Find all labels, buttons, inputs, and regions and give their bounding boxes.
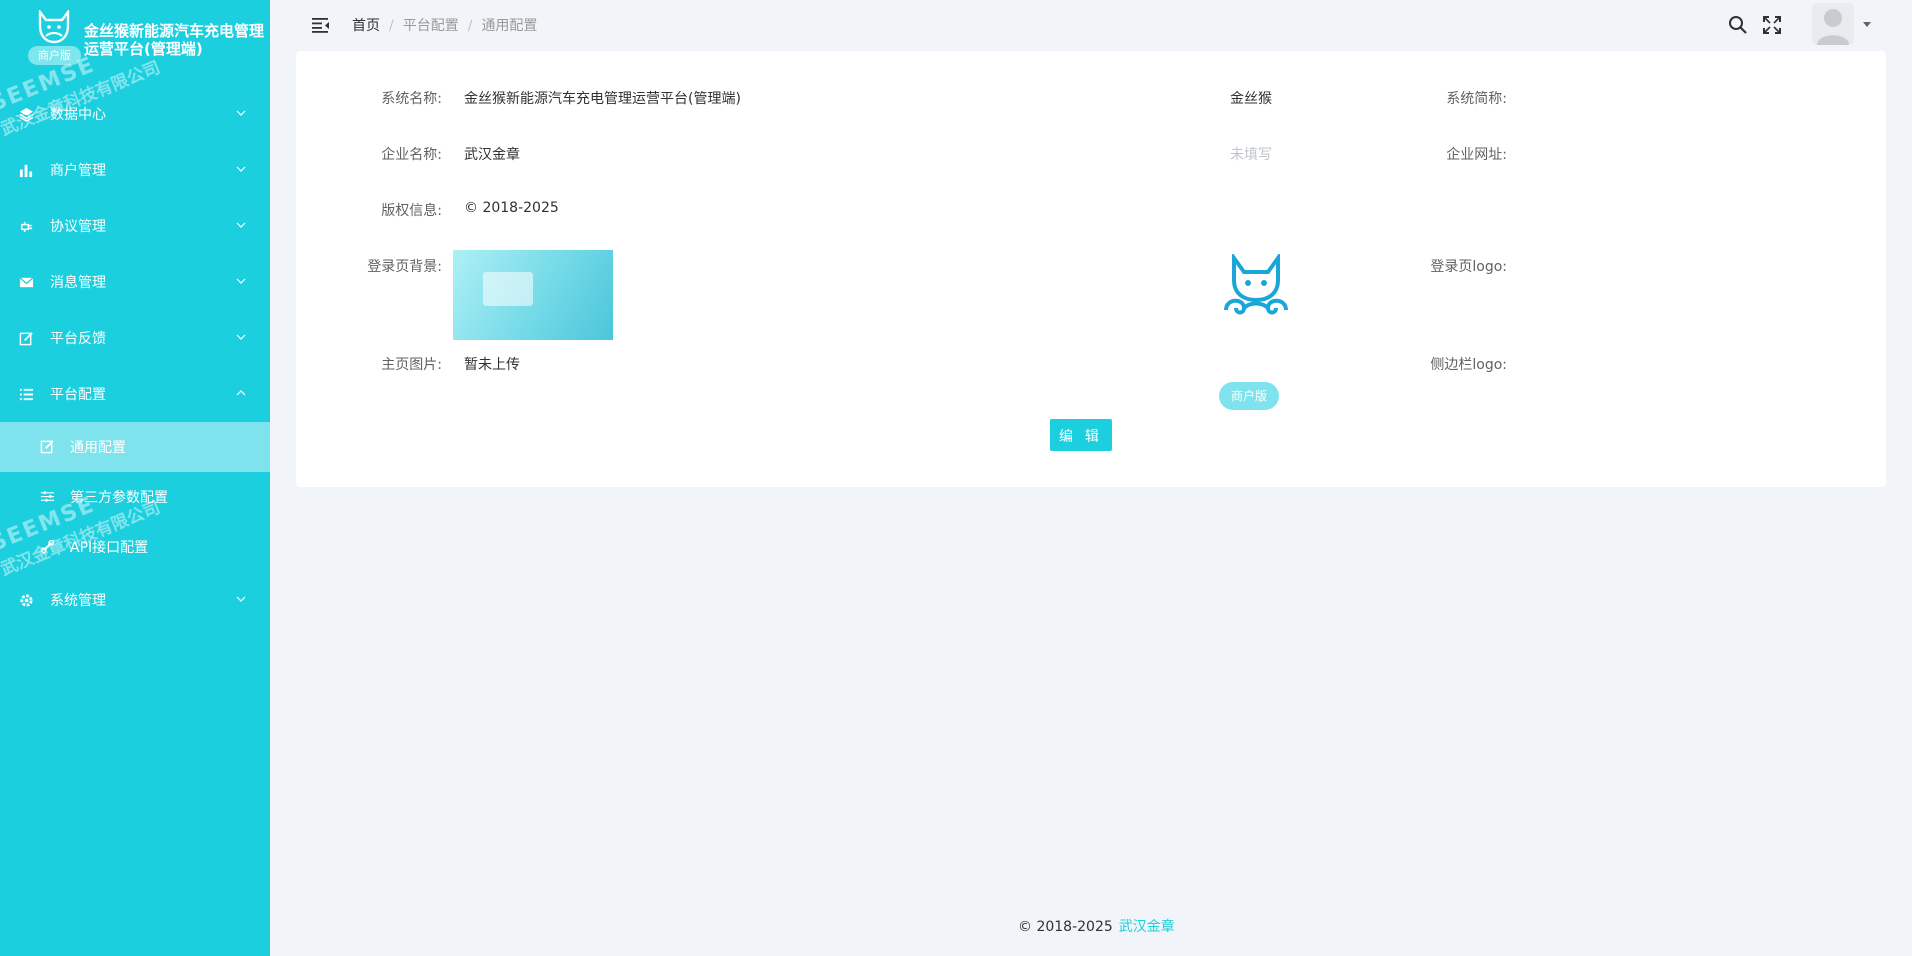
sliders-icon [40,491,55,502]
breadcrumb-separator: / [389,18,394,34]
brand: 商户版 金丝猴新能源汽车充电管理运营平台(管理端) [0,0,270,90]
breadcrumb-current: 通用配置 [481,18,538,34]
sidebar-item-data-center[interactable]: 数据中心 [0,86,270,142]
top-bar: 首页 / 平台配置 / 通用配置 [270,0,1912,50]
company-name-label: 企业名称: [381,147,442,163]
copyright-label: 版权信息: [381,203,442,219]
brand-title: 金丝猴新能源汽车充电管理运营平台(管理端) [84,22,265,58]
sidebar-logo-badge: 商户版 [1219,382,1280,410]
login-background-image [453,250,613,340]
plug-icon [21,221,33,233]
sidebar-item-label: 数据中心 [50,107,106,123]
breadcrumb-separator: / [467,18,473,34]
brand-badge: 商户版 [28,46,81,65]
sidebar-subitem-label: 第三方参数配置 [70,490,168,506]
edit-icon [19,332,33,346]
sidebar-item-message[interactable]: 消息管理 [0,254,270,310]
breadcrumb: 首页 / 平台配置 / 通用配置 [352,15,537,35]
system-short-value: 金丝猴 [1230,91,1272,107]
chevron-up-icon [236,390,246,396]
sidebar-item-label: 平台配置 [50,387,106,403]
fox-logo-icon [38,10,70,44]
footer: © 2018-2025 武汉金章 [1018,916,1175,936]
breadcrumb-home[interactable]: 首页 [352,18,380,34]
company-url-value: 未填写 [1230,147,1272,163]
bar-chart-icon [19,164,33,178]
user-avatar-icon [1817,9,1849,45]
sidebar-logo-label: 侧边栏logo: [1430,357,1507,373]
chevron-down-icon [236,110,246,116]
home-image-value: 暂未上传 [464,357,520,373]
sidebar-item-label: 协议管理 [50,219,106,235]
chevron-down-icon [236,222,246,228]
sidebar-item-label: 系统管理 [50,593,106,609]
sidebar: 商户版 金丝猴新能源汽车充电管理运营平台(管理端) 数据中心 商户管理 协议管理… [0,0,270,956]
footer-copyright: © 2018-2025 [1018,919,1113,935]
sidebar-item-protocol[interactable]: 协议管理 [0,198,270,254]
footer-company-link[interactable]: 武汉金章 [1119,919,1175,935]
config-card: 系统名称: 金丝猴新能源汽车充电管理运营平台(管理端) 系统简称: 金丝猴 企业… [296,51,1886,487]
sidebar-subitem-general-config[interactable]: 通用配置 [0,422,270,472]
caret-down-icon[interactable] [1862,21,1872,29]
sidebar-item-feedback[interactable]: 平台反馈 [0,310,270,366]
sidebar-subitem-label: API接口配置 [70,540,149,556]
sidebar-item-label: 消息管理 [50,275,106,291]
avatar[interactable] [1812,3,1854,45]
sidebar-item-label: 平台反馈 [50,331,106,347]
company-url-label: 企业网址: [1446,147,1507,163]
system-name-label: 系统名称: [381,91,442,107]
fullscreen-icon[interactable] [1762,15,1782,35]
company-name-value: 武汉金章 [464,147,520,163]
system-short-label: 系统简称: [1446,91,1507,107]
login-logo-label: 登录页logo: [1430,259,1507,275]
list-icon [19,388,34,401]
sidebar-item-system[interactable]: 系统管理 [0,572,270,628]
copyright-value: © 2018-2025 [464,200,559,216]
search-icon[interactable] [1728,15,1748,35]
sidebar-item-platform-config[interactable]: 平台配置 [0,366,270,422]
breadcrumb-item: 平台配置 [402,18,459,34]
edit-icon [40,440,54,454]
sidebar-menu: 数据中心 商户管理 协议管理 消息管理 平台反馈 平台配置 通用配置 第三方参数… [0,86,270,628]
menu-fold-icon[interactable] [312,17,330,33]
sidebar-subitem-api-config[interactable]: API接口配置 [0,522,270,572]
sidebar-item-merchant[interactable]: 商户管理 [0,142,270,198]
fox-logo-icon [1224,254,1288,315]
chevron-down-icon [236,278,246,284]
layers-icon [19,107,34,122]
api-icon [40,539,55,554]
gear-icon [20,594,33,607]
login-preview-window [483,272,533,306]
chevron-down-icon [236,596,246,602]
chevron-down-icon [236,166,246,172]
sidebar-subitem-third-party-config[interactable]: 第三方参数配置 [0,472,270,522]
system-name-value: 金丝猴新能源汽车充电管理运营平台(管理端) [464,91,741,107]
home-image-label: 主页图片: [381,357,442,373]
mail-icon [19,277,34,288]
sidebar-subitem-label: 通用配置 [70,440,126,456]
edit-button[interactable]: 编 辑 [1050,419,1112,451]
login-bg-label: 登录页背景: [367,259,442,275]
sidebar-item-label: 商户管理 [50,163,106,179]
chevron-down-icon [236,334,246,340]
